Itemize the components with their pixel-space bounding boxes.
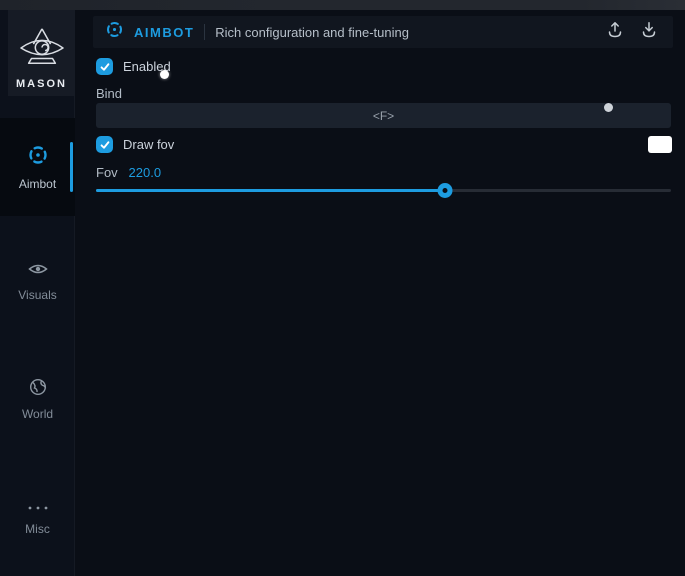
enabled-label: Enabled	[123, 59, 171, 74]
slider-fill	[96, 189, 445, 192]
sidebar-item-label: Visuals	[18, 288, 56, 302]
section-title: AIMBOT	[134, 25, 194, 40]
fov-label: Fov	[96, 165, 118, 180]
sidebar-item-label: Aimbot	[19, 177, 56, 191]
brand-name: MASON	[16, 78, 67, 90]
sidebar-item-label: Misc	[25, 522, 50, 536]
slider-handle[interactable]	[438, 183, 453, 198]
draw-fov-checkbox[interactable]	[96, 136, 113, 153]
enabled-row: Enabled	[96, 58, 171, 75]
divider	[204, 24, 205, 40]
app-window: MASON Aimbot Visuals	[0, 0, 685, 576]
sidebar-item-label: World	[22, 407, 53, 421]
section-subtitle: Rich configuration and fine-tuning	[215, 25, 409, 40]
logo-panel: MASON	[8, 10, 75, 96]
download-icon	[641, 21, 657, 43]
sidebar-item-aimbot[interactable]: Aimbot	[0, 118, 75, 216]
fov-value-row: Fov 220.0	[96, 165, 161, 180]
bind-label: Bind	[96, 86, 122, 101]
fov-value: 220.0	[129, 165, 162, 180]
active-indicator	[70, 142, 73, 192]
window-top-strip	[0, 0, 685, 10]
sidebar-item-misc[interactable]: Misc	[0, 490, 75, 544]
import-config-button[interactable]	[637, 20, 661, 44]
ellipsis-icon	[27, 498, 49, 516]
bind-input[interactable]: <F>	[96, 103, 671, 128]
enabled-checkbox[interactable]	[96, 58, 113, 75]
eye-icon	[28, 261, 48, 282]
globe-icon	[29, 378, 47, 401]
sidebar-item-world[interactable]: World	[0, 372, 75, 426]
masonic-eye-icon	[19, 27, 65, 78]
fov-slider[interactable]	[96, 183, 671, 199]
crosshair-icon	[105, 20, 124, 44]
upload-icon	[607, 21, 623, 43]
sidebar: MASON Aimbot Visuals	[0, 10, 75, 576]
section-header: AIMBOT Rich configuration and fine-tunin…	[93, 16, 673, 48]
export-config-button[interactable]	[603, 20, 627, 44]
draw-fov-row: Draw fov	[96, 136, 174, 153]
draw-fov-label: Draw fov	[123, 137, 174, 152]
sidebar-item-visuals[interactable]: Visuals	[0, 254, 75, 308]
fov-color-swatch[interactable]	[648, 136, 672, 153]
content-area: AIMBOT Rich configuration and fine-tunin…	[76, 10, 685, 576]
crosshair-icon	[27, 144, 49, 171]
